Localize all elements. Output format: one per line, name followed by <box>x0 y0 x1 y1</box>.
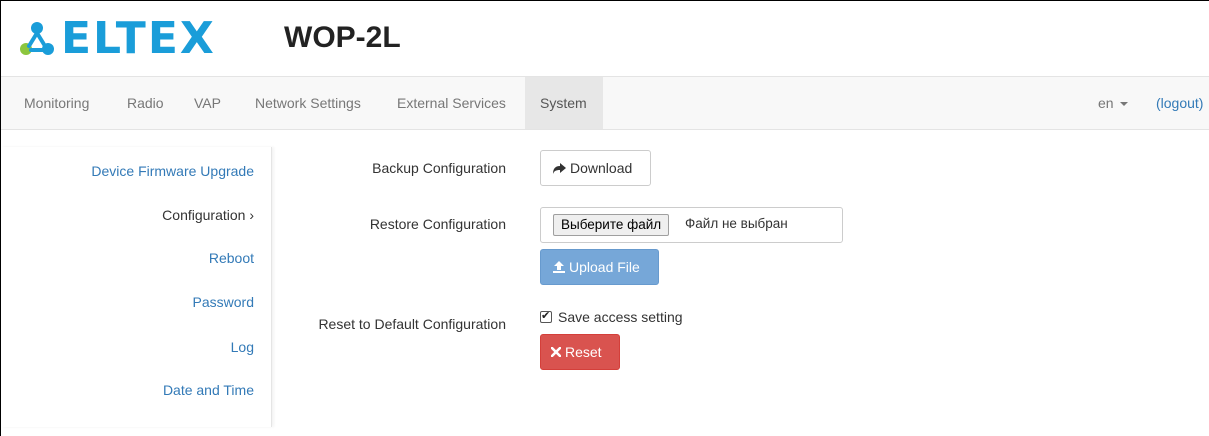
tab-network-settings[interactable]: Network Settings <box>240 77 376 129</box>
logo-text: ELTEX <box>61 13 216 64</box>
sidebar: Device Firmware Upgrade Configuration › … <box>1 147 272 427</box>
eltex-logo: ELTEX <box>17 13 216 64</box>
share-arrow-icon <box>553 162 566 174</box>
download-label: Download <box>570 160 633 176</box>
file-input[interactable]: Выберите файл Файл не выбран <box>540 207 843 243</box>
tab-monitoring[interactable]: Monitoring <box>9 77 104 129</box>
tab-radio[interactable]: Radio <box>112 77 179 129</box>
header: ELTEX WOP-2L <box>1 1 1209 73</box>
sidebar-item-log[interactable]: Log <box>231 339 254 355</box>
backup-label: Backup Configuration <box>372 160 506 176</box>
language-label: en <box>1098 95 1114 111</box>
download-button[interactable]: Download <box>540 150 651 186</box>
file-status: Файл не выбран <box>685 216 788 231</box>
save-access-label: Save access setting <box>558 309 683 325</box>
close-icon <box>551 347 561 357</box>
caret-down-icon <box>1119 102 1128 107</box>
sidebar-item-date-time[interactable]: Date and Time <box>163 382 254 398</box>
device-model: WOP-2L <box>284 21 401 54</box>
upload-label: Upload File <box>569 259 640 275</box>
choose-file-button[interactable]: Выберите файл <box>553 214 670 236</box>
restore-label: Restore Configuration <box>369 216 506 232</box>
language-dropdown[interactable]: en <box>1098 77 1128 129</box>
upload-file-button[interactable]: Upload File <box>540 249 659 285</box>
logo-icon <box>20 22 54 55</box>
reset-label: Reset to Default Configuration <box>318 316 506 332</box>
top-navbar: Monitoring Radio VAP Network Settings Ex… <box>1 76 1209 130</box>
reset-label-text: Reset <box>565 344 602 360</box>
logout-link[interactable]: (logout) <box>1156 77 1203 129</box>
save-access-checkbox[interactable] <box>540 309 552 323</box>
tab-system[interactable]: System <box>525 77 603 129</box>
sidebar-item-password[interactable]: Password <box>193 294 254 310</box>
reset-button[interactable]: Reset <box>540 334 620 370</box>
upload-icon <box>553 261 565 273</box>
sidebar-item-reboot[interactable]: Reboot <box>209 250 254 266</box>
tab-external-services[interactable]: External Services <box>382 77 521 129</box>
sidebar-item-configuration[interactable]: Configuration › <box>162 207 254 223</box>
tab-vap[interactable]: VAP <box>179 77 236 129</box>
sidebar-item-firmware-upgrade[interactable]: Device Firmware Upgrade <box>91 163 254 179</box>
